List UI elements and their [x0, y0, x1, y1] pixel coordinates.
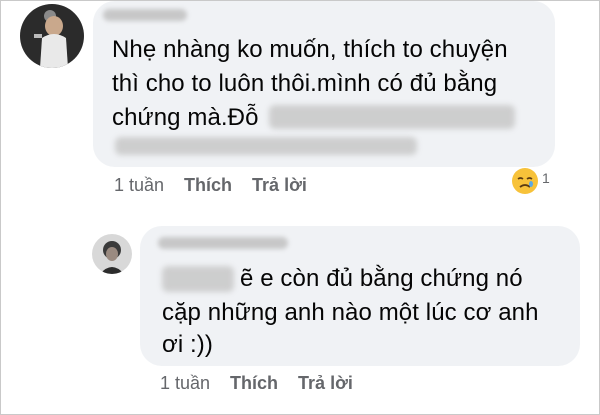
comment-actions-1: 1 tuần Thích Trả lời	[114, 175, 307, 196]
redacted-text	[269, 105, 515, 129]
avatar-image	[92, 234, 132, 274]
commenter-name-redacted[interactable]	[158, 237, 288, 249]
comment-text-line: ơi :))	[162, 331, 213, 358]
comment-text-line: ẽ e còn đủ bằng chứng nó	[240, 265, 523, 292]
comment-bubble-2: ẽ e còn đủ bằng chứng nó cặp những anh n…	[140, 226, 580, 366]
comment-actions-2: 1 tuần Thích Trả lời	[160, 373, 353, 394]
like-button[interactable]: Thích	[184, 175, 232, 196]
avatar-image	[20, 4, 84, 68]
comment-text-line: chứng mà.Đỗ	[112, 104, 259, 131]
reply-button[interactable]: Trả lời	[298, 373, 353, 394]
comment-text-line: Nhẹ nhàng ko muốn, thích to chuyện	[112, 36, 508, 63]
redacted-text	[162, 266, 234, 292]
reply-button[interactable]: Trả lời	[252, 175, 307, 196]
comment-timestamp[interactable]: 1 tuần	[114, 175, 164, 196]
comment-bubble-1: Nhẹ nhàng ko muốn, thích to chuyện thì c…	[93, 1, 555, 167]
avatar-commenter-2[interactable]	[92, 234, 132, 274]
redacted-text	[115, 137, 417, 155]
crying-face-icon	[510, 166, 540, 199]
comment-text-line: cặp những anh nào một lúc cơ anh	[162, 299, 539, 326]
reaction-summary[interactable]: 1	[510, 166, 550, 199]
like-button[interactable]: Thích	[230, 373, 278, 394]
comment-text-line: thì cho to luôn thôi.mình có đủ bằng	[112, 70, 498, 97]
commenter-name-redacted[interactable]	[103, 9, 187, 21]
avatar-commenter-1[interactable]	[20, 4, 84, 68]
comment-timestamp[interactable]: 1 tuần	[160, 373, 210, 394]
reaction-count: 1	[542, 169, 550, 186]
